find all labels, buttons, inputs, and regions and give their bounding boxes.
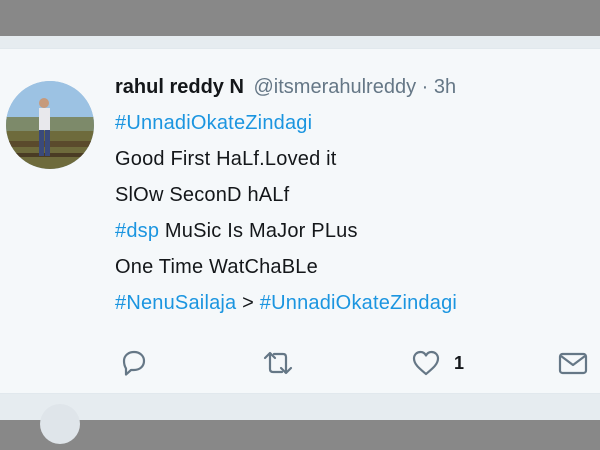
text-separator: > (236, 292, 260, 314)
retweet-button[interactable] (260, 347, 296, 379)
tweet-content: rahul reddy N @itsmerahulreddy · 3h #Unn… (115, 73, 595, 317)
timeline: rahul reddy N @itsmerahulreddy · 3h #Unn… (0, 36, 600, 444)
heart-icon (412, 350, 440, 376)
hashtag-link[interactable]: #dsp (115, 220, 159, 242)
tweet-header: rahul reddy N @itsmerahulreddy · 3h (115, 73, 595, 101)
tweet-time[interactable]: 3h (434, 76, 456, 98)
tweet-line-5: One Time WatChaBLe (115, 256, 318, 278)
hashtag-link[interactable]: #UnnadiOkateZindagi (260, 292, 457, 314)
avatar[interactable] (6, 81, 94, 169)
hashtag-link[interactable]: #NenuSailaja (115, 292, 236, 314)
tweet-line-6: #NenuSailaja > #UnnadiOkateZindagi (115, 289, 595, 317)
envelope-icon (558, 352, 588, 375)
header-separator: · (421, 76, 429, 98)
tweet-card[interactable]: rahul reddy N @itsmerahulreddy · 3h #Unn… (0, 48, 600, 394)
next-tweet-avatar (40, 404, 80, 444)
display-name[interactable]: rahul reddy N (115, 76, 244, 98)
like-count: 1 (454, 352, 465, 373)
user-handle[interactable]: @itsmerahulreddy (253, 76, 416, 98)
reply-button[interactable] (118, 347, 150, 379)
tweet-line-4: #dsp MuSic Is MaJor PLus (115, 217, 595, 245)
tweet-text: MuSic Is MaJor PLus (159, 220, 358, 242)
tweet-line-1: #UnnadiOkateZindagi (115, 109, 595, 137)
tweet-line-3: SlOw SeconD hALf (115, 184, 290, 206)
tweet-actions: 1 (118, 347, 598, 379)
direct-message-button[interactable] (556, 347, 590, 379)
hashtag-link[interactable]: #UnnadiOkateZindagi (115, 112, 312, 134)
retweet-icon (263, 351, 293, 375)
reply-icon (122, 350, 146, 376)
like-button[interactable]: 1 (410, 347, 464, 379)
screenshot-frame: rahul reddy N @itsmerahulreddy · 3h #Unn… (0, 0, 600, 450)
avatar-photo (6, 81, 94, 169)
tweet-line-2: Good First HaLf.Loved it (115, 148, 337, 170)
